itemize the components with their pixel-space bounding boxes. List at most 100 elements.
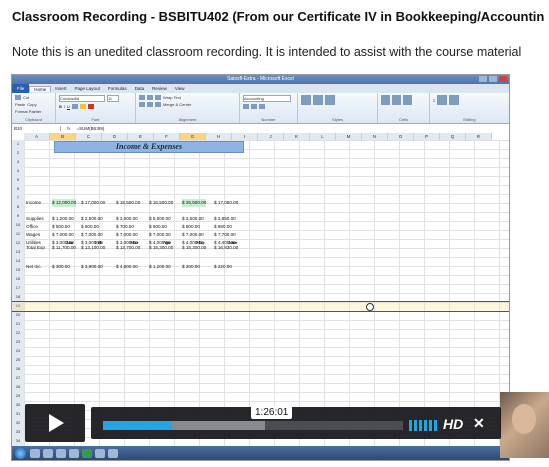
column-header-f[interactable]: F <box>154 133 180 140</box>
row-label[interactable]: Net Inc. <box>26 263 42 271</box>
cell-value[interactable]: $ 220.00 <box>214 263 232 271</box>
play-button[interactable] <box>25 404 85 442</box>
row-header-16[interactable]: 16 <box>12 276 24 281</box>
row-header-10[interactable]: 10 <box>12 222 24 227</box>
cell-value[interactable]: $ 3,500.00 <box>182 215 204 223</box>
row-header-18[interactable]: 18 <box>12 294 24 299</box>
cell-value[interactable]: $ 7,000.00 <box>81 231 103 239</box>
column-header-h[interactable]: H <box>206 133 232 140</box>
row-header-28[interactable]: 28 <box>12 384 24 389</box>
cell-value[interactable]: $ 17,000.00 <box>81 199 105 207</box>
row-header-17[interactable]: 17 <box>12 285 24 290</box>
cell-value[interactable]: $ 7,000.00 <box>149 231 171 239</box>
column-header-a[interactable]: A <box>24 133 50 140</box>
tab-view: View <box>174 86 185 91</box>
cell-value[interactable]: $ 25,500.00 <box>182 199 207 207</box>
row-label[interactable]: Supplies <box>26 215 44 223</box>
row-header-29[interactable]: 29 <box>12 393 24 398</box>
cell-value[interactable]: $ 3,900.00 <box>81 263 103 271</box>
cell-value[interactable]: $ 13,700.00 <box>116 244 140 252</box>
row-label[interactable]: Total Exp <box>26 244 45 252</box>
cell-value[interactable]: $ 700.00 <box>116 223 134 231</box>
row-label[interactable]: Office <box>26 223 38 231</box>
row-header-7[interactable]: 7 <box>12 195 24 200</box>
row-header-15[interactable]: 15 <box>12 267 24 272</box>
font-size-box: 11 <box>107 95 119 102</box>
row-header-5[interactable]: 5 <box>12 177 24 182</box>
cell-value[interactable]: $ 600.00 <box>149 223 167 231</box>
row-header-1[interactable]: 1 <box>12 141 24 146</box>
row-header-20[interactable]: 20 <box>12 312 24 317</box>
row-header-6[interactable]: 6 <box>12 186 24 191</box>
row-header-3[interactable]: 3 <box>12 159 24 164</box>
cell-value[interactable]: $ 200.00 <box>182 263 200 271</box>
column-header-g[interactable]: G <box>180 133 206 140</box>
row-header-13[interactable]: 13 <box>12 249 24 254</box>
cell-value[interactable]: $ 17,050.00 <box>214 199 238 207</box>
row-header-14[interactable]: 14 <box>12 258 24 263</box>
row-header-22[interactable]: 22 <box>12 330 24 335</box>
cell-value[interactable]: $ 18,500.00 <box>116 199 140 207</box>
column-header-k[interactable]: K <box>284 133 310 140</box>
cell-value[interactable]: $ 3,850.00 <box>214 215 236 223</box>
fullscreen-icon[interactable]: ✕ <box>473 415 485 432</box>
column-header-i[interactable]: I <box>232 133 258 140</box>
row-header-25[interactable]: 25 <box>12 357 24 362</box>
cell-value[interactable]: $ 15,300.00 <box>182 244 206 252</box>
cell-value[interactable]: $ 1,200.00 <box>52 215 74 223</box>
column-header-l[interactable]: L <box>310 133 336 140</box>
column-header-j[interactable]: J <box>258 133 284 140</box>
ribbon-group-editing: Σ Editing <box>430 93 509 123</box>
row-label[interactable]: Income <box>26 199 41 207</box>
cell-value[interactable]: $ 500.00 <box>52 223 70 231</box>
close-icon <box>499 76 507 82</box>
column-header-p[interactable]: P <box>414 133 440 140</box>
cell-value[interactable]: $ 600.00 <box>81 223 99 231</box>
cell-value[interactable]: $ 300.00 <box>52 263 70 271</box>
cell-value[interactable]: $ 13,100.00 <box>81 244 105 252</box>
cell-value[interactable]: $ 12,000.00 <box>52 199 77 207</box>
cell-value[interactable]: $ 800.00 <box>182 223 200 231</box>
hd-button[interactable]: HD <box>443 416 463 432</box>
cell-value[interactable]: $ 4,800.00 <box>116 263 138 271</box>
cell-value[interactable]: $ 5,500.00 <box>149 215 171 223</box>
cell-value[interactable]: $ 3,000.00 <box>116 215 138 223</box>
row-header-11[interactable]: 11 <box>12 231 24 236</box>
cell-value[interactable]: $ 1,200.00 <box>149 263 171 271</box>
cell-value[interactable]: $ 7,700.00 <box>214 231 236 239</box>
cell-value[interactable]: $ 7,000.00 <box>182 231 204 239</box>
mouse-cursor-icon <box>366 303 374 311</box>
column-header-r[interactable]: R <box>466 133 492 140</box>
row-header-12[interactable]: 12 <box>12 240 24 245</box>
cell-value[interactable]: $ 7,000.00 <box>116 231 138 239</box>
cell-value[interactable]: $ 880.00 <box>214 223 232 231</box>
cell-value[interactable]: $ 2,500.00 <box>81 215 103 223</box>
cell-value[interactable]: $ 11,700.00 <box>52 244 76 252</box>
row-header-26[interactable]: 26 <box>12 366 24 371</box>
progress-bar[interactable] <box>103 421 403 430</box>
taskbar-word-icon <box>95 448 105 458</box>
volume-icon[interactable] <box>409 420 437 431</box>
row-header-8[interactable]: 8 <box>12 204 24 209</box>
column-header-m[interactable]: M <box>336 133 362 140</box>
column-header-q[interactable]: Q <box>440 133 466 140</box>
row-label[interactable]: Wages <box>26 231 40 239</box>
row-header-21[interactable]: 21 <box>12 321 24 326</box>
row-header-27[interactable]: 27 <box>12 375 24 380</box>
column-header-e[interactable]: E <box>128 133 154 140</box>
row-header-2[interactable]: 2 <box>12 150 24 155</box>
column-header-c[interactable]: C <box>76 133 102 140</box>
row-header-4[interactable]: 4 <box>12 168 24 173</box>
cell-value[interactable]: $ 16,500.00 <box>149 199 173 207</box>
column-header-n[interactable]: N <box>362 133 388 140</box>
cell-value[interactable]: $ 7,000.00 <box>52 231 74 239</box>
column-header-b[interactable]: B <box>50 133 76 140</box>
row-header-23[interactable]: 23 <box>12 339 24 344</box>
row-header-9[interactable]: 9 <box>12 213 24 218</box>
ribbon-group-alignment: Wrap Text Merge & Center Alignment <box>136 93 240 123</box>
cell-value[interactable]: $ 15,300.00 <box>149 244 173 252</box>
cell-value[interactable]: $ 16,830.00 <box>214 244 238 252</box>
row-header-24[interactable]: 24 <box>12 348 24 353</box>
column-header-o[interactable]: O <box>388 133 414 140</box>
column-header-d[interactable]: D <box>102 133 128 140</box>
